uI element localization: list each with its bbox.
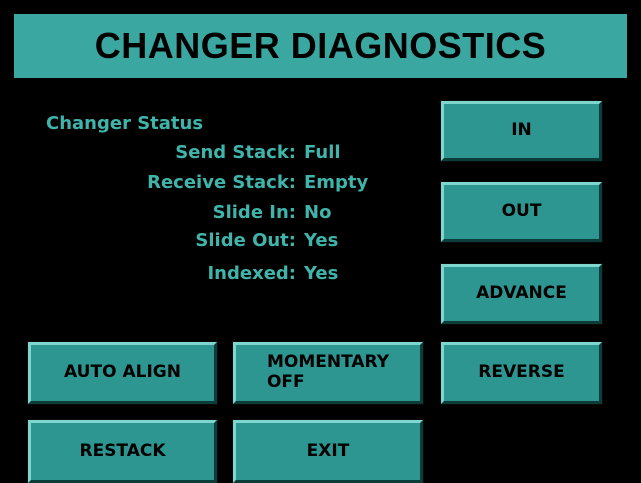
status-label: Indexed:: [207, 263, 296, 284]
auto-align-button[interactable]: AUTO ALIGN: [27, 341, 218, 405]
status-label: Slide Out:: [195, 230, 296, 251]
status-row-slide-out: Slide Out: Yes: [46, 230, 366, 254]
status-row-slide-in: Slide In: No: [46, 202, 366, 226]
momentary-off-button[interactable]: MOMENTARY OFF: [232, 341, 424, 405]
exit-button[interactable]: EXIT: [232, 419, 424, 483]
title-bar: CHANGER DIAGNOSTICS: [12, 12, 629, 80]
changer-diagnostics-screen: CHANGER DIAGNOSTICS Changer Status Send …: [0, 0, 641, 483]
restack-button[interactable]: RESTACK: [27, 419, 218, 483]
status-label: Receive Stack:: [147, 172, 296, 193]
status-value: Yes: [304, 230, 339, 251]
status-heading: Changer Status: [46, 113, 204, 134]
in-button[interactable]: IN: [440, 100, 603, 162]
status-label: Send Stack:: [175, 142, 296, 163]
page-title: CHANGER DIAGNOSTICS: [94, 25, 547, 66]
status-value: Empty: [304, 172, 369, 193]
status-row-receive-stack: Receive Stack: Empty: [46, 172, 369, 196]
out-button[interactable]: OUT: [440, 181, 603, 243]
status-row-indexed: Indexed: Yes: [46, 263, 366, 287]
status-value: Full: [304, 142, 341, 163]
advance-button[interactable]: ADVANCE: [440, 263, 603, 325]
status-value: No: [304, 202, 332, 223]
status-label: Slide In:: [212, 202, 296, 223]
status-row-send-stack: Send Stack: Full: [46, 142, 366, 166]
status-value: Yes: [304, 263, 339, 284]
reverse-button[interactable]: REVERSE: [440, 341, 603, 405]
momentary-off-label: MOMENTARY OFF: [266, 352, 390, 392]
